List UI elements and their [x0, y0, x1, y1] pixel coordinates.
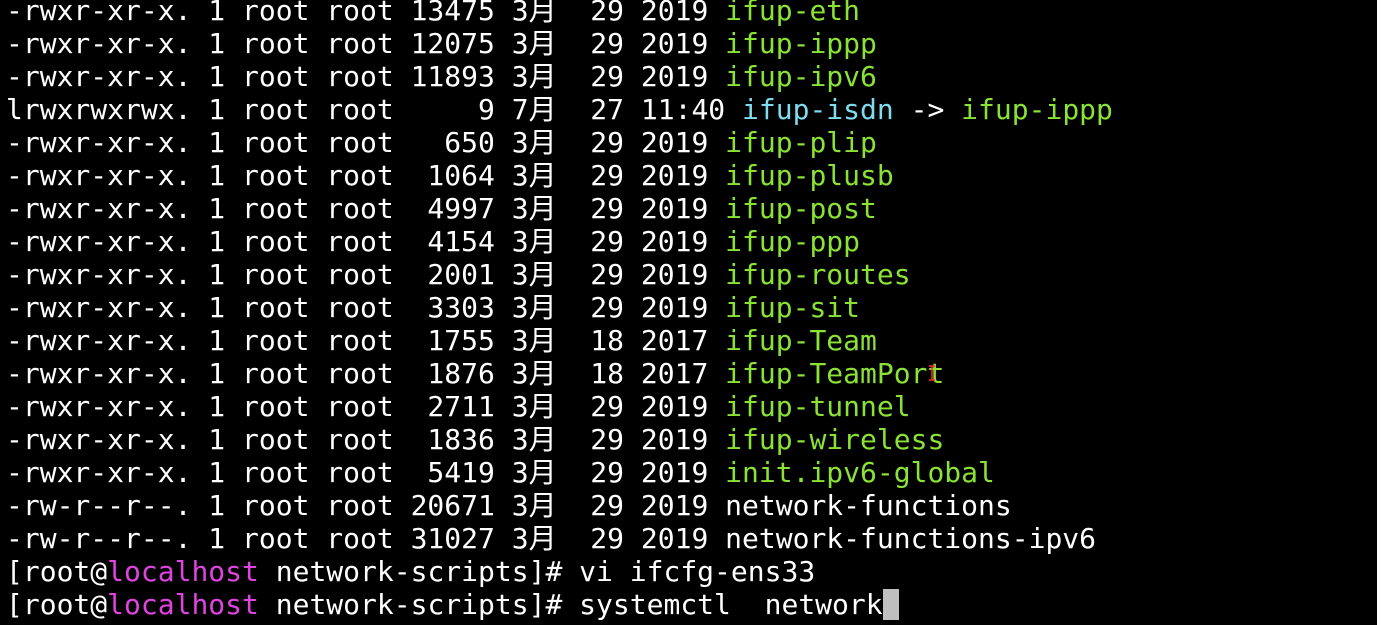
command-text: vi ifcfg-ens33 — [579, 555, 816, 588]
prompt-hostname: localhost — [107, 555, 259, 588]
listing-line: -rwxr-xr-x. 1 root root 4997 3月 29 2019 … — [6, 192, 1113, 225]
file-meta: -rwxr-xr-x. 1 root root 650 3月 29 2019 — [6, 126, 726, 159]
executable-file-name: ifup-eth — [725, 0, 861, 27]
file-meta: lrwxrwxrwx. 1 root root 9 7月 27 11:40 — [6, 93, 743, 126]
file-meta: -rwxr-xr-x. 1 root root 1876 3月 18 2017 — [6, 357, 726, 390]
listing-line: -rwxr-xr-x. 1 root root 4154 3月 29 2019 … — [6, 225, 1113, 258]
listing-line: -rwxr-xr-x. 1 root root 11893 3月 29 2019… — [6, 60, 1113, 93]
file-meta: -rwxr-xr-x. 1 root root 4997 3月 29 2019 — [6, 192, 726, 225]
executable-file-name: init.ipv6-global — [725, 456, 995, 489]
text-cursor — [882, 589, 899, 620]
executable-file-name: ifup-post — [725, 192, 877, 225]
terminal-output: -rwxr-xr-x. 1 root root 13475 3月 29 2019… — [6, 0, 1113, 621]
prompt-open: [root@ — [6, 588, 108, 621]
listing-line: -rwxr-xr-x. 1 root root 3303 3月 29 2019 … — [6, 291, 1113, 324]
prompt-line-active[interactable]: [root@localhost network-scripts]# system… — [6, 588, 1113, 621]
command-input[interactable]: systemctl network — [579, 588, 882, 621]
file-meta: -rwxr-xr-x. 1 root root 13475 3月 29 2019 — [6, 0, 726, 27]
executable-file-name: ifup-plip — [725, 126, 877, 159]
symlink-file-name: ifup-isdn — [742, 93, 894, 126]
executable-file-name: ifup-routes — [725, 258, 911, 291]
prompt-line: [root@localhost network-scripts]# vi ifc… — [6, 555, 1113, 588]
regular-file-name: network-functions-ipv6 — [725, 522, 1097, 555]
mouse-ibeam-icon — [929, 365, 935, 381]
file-meta: -rwxr-xr-x. 1 root root 11893 3月 29 2019 — [6, 60, 726, 93]
listing-line: -rwxr-xr-x. 1 root root 1755 3月 18 2017 … — [6, 324, 1113, 357]
listing-line: -rwxr-xr-x. 1 root root 5419 3月 29 2019 … — [6, 456, 1113, 489]
file-meta: -rwxr-xr-x. 1 root root 5419 3月 29 2019 — [6, 456, 726, 489]
listing-line: -rwxr-xr-x. 1 root root 12075 3月 29 2019… — [6, 27, 1113, 60]
executable-file-name: ifup-ipv6 — [725, 60, 877, 93]
executable-file-name: ifup-ppp — [725, 225, 861, 258]
regular-file-name: network-functions — [725, 489, 1012, 522]
listing-line: -rwxr-xr-x. 1 root root 1064 3月 29 2019 … — [6, 159, 1113, 192]
executable-file-name: ifup-ippp — [725, 27, 877, 60]
file-meta: -rw-r--r--. 1 root root 20671 3月 29 2019 — [6, 489, 726, 522]
prompt-path: network-scripts]# — [258, 588, 580, 621]
listing-line: -rwxr-xr-x. 1 root root 2001 3月 29 2019 … — [6, 258, 1113, 291]
listing-line: -rw-r--r--. 1 root root 31027 3月 29 2019… — [6, 522, 1113, 555]
listing-line: -rwxr-xr-x. 1 root root 650 3月 29 2019 i… — [6, 126, 1113, 159]
executable-file-name: ifup-sit — [725, 291, 861, 324]
file-meta: -rwxr-xr-x. 1 root root 1064 3月 29 2019 — [6, 159, 726, 192]
listing-line: -rw-r--r--. 1 root root 20671 3月 29 2019… — [6, 489, 1113, 522]
listing-line: -rwxr-xr-x. 1 root root 13475 3月 29 2019… — [6, 0, 1113, 27]
listing-line: -rwxr-xr-x. 1 root root 1876 3月 18 2017 … — [6, 357, 1113, 390]
prompt-open: [root@ — [6, 555, 108, 588]
symlink-arrow: -> — [893, 93, 962, 126]
terminal-window[interactable]: -rwxr-xr-x. 1 root root 13475 3月 29 2019… — [0, 0, 1381, 625]
executable-file-name: ifup-plusb — [725, 159, 894, 192]
prompt-path: network-scripts]# — [258, 555, 580, 588]
listing-line: -rwxr-xr-x. 1 root root 2711 3月 29 2019 … — [6, 390, 1113, 423]
file-meta: -rwxr-xr-x. 1 root root 1836 3月 29 2019 — [6, 423, 726, 456]
file-meta: -rwxr-xr-x. 1 root root 1755 3月 18 2017 — [6, 324, 726, 357]
executable-file-name: ifup-wireless — [725, 423, 945, 456]
prompt-hostname: localhost — [107, 588, 259, 621]
file-meta: -rw-r--r--. 1 root root 31027 3月 29 2019 — [6, 522, 726, 555]
executable-file-name: ifup-tunnel — [725, 390, 911, 423]
executable-file-name: ifup-TeamPort — [725, 357, 945, 390]
file-meta: -rwxr-xr-x. 1 root root 4154 3月 29 2019 — [6, 225, 726, 258]
file-meta: -rwxr-xr-x. 1 root root 3303 3月 29 2019 — [6, 291, 726, 324]
listing-line: lrwxrwxrwx. 1 root root 9 7月 27 11:40 if… — [6, 93, 1113, 126]
file-meta: -rwxr-xr-x. 1 root root 2001 3月 29 2019 — [6, 258, 726, 291]
listing-line: -rwxr-xr-x. 1 root root 1836 3月 29 2019 … — [6, 423, 1113, 456]
file-meta: -rwxr-xr-x. 1 root root 12075 3月 29 2019 — [6, 27, 726, 60]
file-meta: -rwxr-xr-x. 1 root root 2711 3月 29 2019 — [6, 390, 726, 423]
executable-file-name: ifup-Team — [725, 324, 877, 357]
symlink-target: ifup-ippp — [961, 93, 1113, 126]
